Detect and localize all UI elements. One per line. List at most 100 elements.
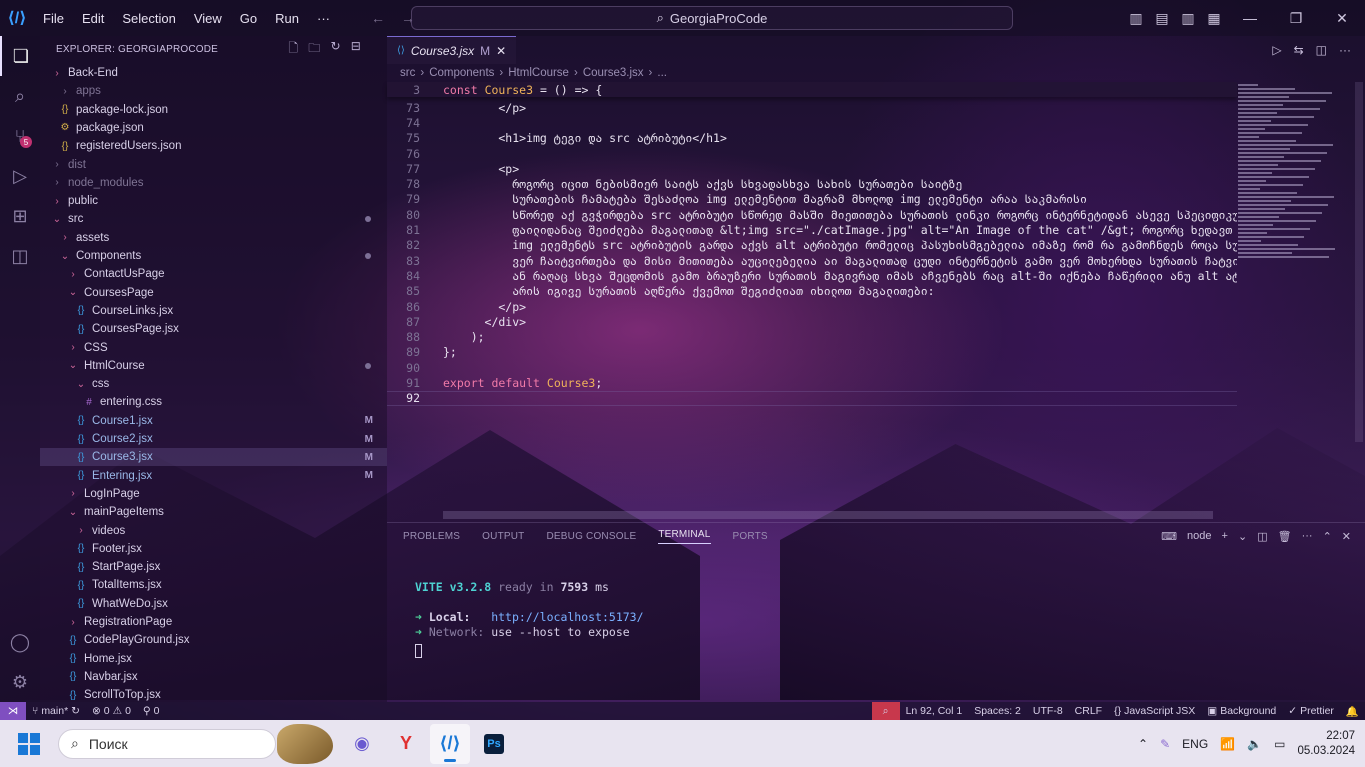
- code-line[interactable]: 73 </p>: [387, 100, 1237, 115]
- new-folder-icon[interactable]: 🗀: [308, 39, 320, 60]
- tree-file[interactable]: {} Course2.jsx M: [40, 430, 387, 448]
- tree-file[interactable]: {} Course1.jsx M: [40, 412, 387, 430]
- yandex-browser-icon[interactable]: Y: [386, 724, 426, 764]
- tree-folder[interactable]: ⌄ CoursesPage: [40, 284, 387, 302]
- indentation[interactable]: Spaces: 2: [968, 705, 1027, 717]
- restore-icon[interactable]: ❐: [1273, 10, 1319, 27]
- tab-close-icon[interactable]: ✕: [496, 44, 506, 58]
- clock[interactable]: 22:07 05.03.2024: [1297, 729, 1355, 759]
- menu-file[interactable]: File: [34, 11, 73, 26]
- encoding[interactable]: UTF-8: [1027, 705, 1069, 717]
- battery-icon[interactable]: ▭: [1274, 737, 1285, 751]
- tree-file[interactable]: {} CodePlayGround.jsx: [40, 631, 387, 649]
- code-line[interactable]: 77 <p>: [387, 161, 1237, 176]
- meet-app-icon[interactable]: ◉: [342, 724, 382, 764]
- code-line[interactable]: 92: [387, 390, 1237, 406]
- tree-file[interactable]: {} StartPage.jsx: [40, 558, 387, 576]
- tree-file[interactable]: {} ScrollToTop.jsx: [40, 686, 387, 702]
- back-arrow-icon[interactable]: ←: [363, 10, 393, 26]
- tab-debug-console[interactable]: DEBUG CONSOLE: [546, 531, 636, 542]
- command-center-search[interactable]: ⌕ GeorgiaProCode: [411, 6, 1013, 30]
- local-url-link[interactable]: http://localhost:5173/: [491, 610, 643, 624]
- tree-file[interactable]: {} Home.jsx: [40, 650, 387, 668]
- terminal-dropdown-icon[interactable]: ⌄: [1238, 530, 1247, 543]
- compare-changes-icon[interactable]: ⇆: [1294, 43, 1304, 57]
- code-line[interactable]: 78 როგორც იცით ნებისმიერ საიტს აქვს სხვა…: [387, 177, 1237, 192]
- source-control-icon[interactable]: ⑂ 5: [0, 116, 40, 156]
- taskbar-search[interactable]: ⌕ Поиск: [58, 723, 333, 764]
- close-panel-icon[interactable]: ✕: [1342, 530, 1351, 543]
- menu-run[interactable]: Run: [266, 11, 308, 26]
- wifi-icon[interactable]: 📶: [1220, 737, 1235, 751]
- tree-folder[interactable]: › CSS: [40, 339, 387, 357]
- menu-view[interactable]: View: [185, 11, 231, 26]
- notifications-icon[interactable]: 🔔: [1340, 705, 1365, 718]
- breadcrumb-htmlcourse[interactable]: HtmlCourse: [508, 67, 569, 79]
- tree-folder[interactable]: › public: [40, 192, 387, 210]
- tree-file[interactable]: {} Footer.jsx: [40, 540, 387, 558]
- tree-file[interactable]: {} Navbar.jsx: [40, 668, 387, 686]
- code-line[interactable]: 80 სწორედ აქ გვჭირდება src ატრიბუტი სწორ…: [387, 207, 1237, 222]
- tree-file[interactable]: {} CourseLinks.jsx: [40, 302, 387, 320]
- tree-folder[interactable]: › videos: [40, 522, 387, 540]
- tree-folder[interactable]: › LogInPage: [40, 485, 387, 503]
- remote-explorer-icon[interactable]: ◫: [0, 236, 40, 276]
- sticky-scroll-line[interactable]: 3 const Course3 = () => {: [387, 82, 1237, 97]
- tree-file[interactable]: {} Entering.jsx M: [40, 467, 387, 485]
- ports-indicator[interactable]: ⚲ 0: [137, 705, 166, 717]
- tree-folder[interactable]: › RegistrationPage: [40, 613, 387, 631]
- collapse-all-icon[interactable]: ⊟: [351, 39, 361, 60]
- tree-file[interactable]: {} registeredUsers.json: [40, 137, 387, 155]
- toggle-secondary-sidebar-icon[interactable]: ▥: [1175, 10, 1201, 27]
- tree-file[interactable]: # entering.css: [40, 393, 387, 411]
- account-icon[interactable]: ◯: [0, 622, 40, 662]
- refresh-icon[interactable]: ↻: [330, 39, 340, 60]
- tree-folder[interactable]: ⌄ css: [40, 375, 387, 393]
- split-terminal-icon[interactable]: ◫: [1257, 530, 1267, 543]
- breadcrumb-components[interactable]: Components: [429, 67, 494, 79]
- code-line[interactable]: 79 სურათების ჩამატება შესაძლოა img ელემე…: [387, 192, 1237, 207]
- photoshop-icon[interactable]: Ps: [474, 724, 514, 764]
- code-line[interactable]: 75 <h1>img ტეგი და src ატრიბუტი</h1>: [387, 131, 1237, 146]
- new-file-icon[interactable]: 🗋: [288, 39, 298, 60]
- tree-file[interactable]: {} CoursesPage.jsx: [40, 320, 387, 338]
- code-line[interactable]: 88 );: [387, 330, 1237, 345]
- breadcrumb-file[interactable]: Course3.jsx: [583, 67, 644, 79]
- start-button[interactable]: [0, 732, 58, 755]
- tree-folder[interactable]: › apps: [40, 82, 387, 100]
- prettier-indicator[interactable]: ✓ Prettier: [1282, 705, 1340, 717]
- code-line[interactable]: 84 ან რაღაც სხვა შეცდომის გამო ბრაუზერი …: [387, 268, 1237, 283]
- new-terminal-icon[interactable]: +: [1222, 530, 1228, 542]
- toggle-panel-icon[interactable]: ▤: [1149, 10, 1175, 27]
- code-line[interactable]: 91 export default Course3;: [387, 375, 1237, 390]
- code-line[interactable]: 90: [387, 360, 1237, 375]
- breadcrumb-src[interactable]: src: [400, 67, 415, 79]
- show-hidden-icons[interactable]: ⌃: [1138, 737, 1148, 751]
- pen-icon[interactable]: ✎: [1160, 737, 1170, 751]
- menu-edit[interactable]: Edit: [73, 11, 113, 26]
- menu-selection[interactable]: Selection: [113, 11, 184, 26]
- terminal-output[interactable]: VITE v3.2.8 ready in 7593 ms ➜ Local: ht…: [415, 580, 644, 662]
- more-actions-icon[interactable]: ···: [1339, 43, 1351, 57]
- code-line[interactable]: 83 ვერ ჩაიტვირთება და მისი მითითება აუცი…: [387, 253, 1237, 268]
- tab-terminal[interactable]: TERMINAL: [658, 529, 711, 544]
- tree-folder[interactable]: › Back-End: [40, 64, 387, 82]
- tree-file[interactable]: ⚙ package.json: [40, 119, 387, 137]
- zoom-icon[interactable]: ⌕: [871, 702, 900, 720]
- explorer-icon[interactable]: ❏: [0, 36, 40, 76]
- code-line[interactable]: 85 არის იგივე სურათის აღწერა ქვემოთ შეგი…: [387, 284, 1237, 299]
- menu-more[interactable]: ···: [308, 11, 339, 26]
- kill-terminal-icon[interactable]: 🗑: [1278, 530, 1292, 543]
- tab-course3[interactable]: ⟨⟩ Course3.jsx M ✕: [387, 36, 517, 64]
- tab-output[interactable]: OUTPUT: [482, 531, 524, 542]
- customize-layout-icon[interactable]: ▦: [1201, 10, 1227, 27]
- search-view-icon[interactable]: ⌕: [0, 76, 40, 116]
- tree-folder[interactable]: ⌄ src: [40, 210, 387, 228]
- code-line[interactable]: 82 img ელემენტს src ატრიბუტის გარდა აქვს…: [387, 238, 1237, 253]
- vscode-taskbar-icon[interactable]: ⟨/⟩: [430, 723, 470, 764]
- maximize-panel-icon[interactable]: ⌃: [1323, 530, 1332, 543]
- code-line[interactable]: 81 ფაილიდანაც შეიძლება მაგალითად &lt;img…: [387, 222, 1237, 237]
- tree-folder[interactable]: › assets: [40, 229, 387, 247]
- language-indicator[interactable]: ENG: [1182, 737, 1208, 751]
- settings-gear-icon[interactable]: ⚙: [0, 662, 40, 702]
